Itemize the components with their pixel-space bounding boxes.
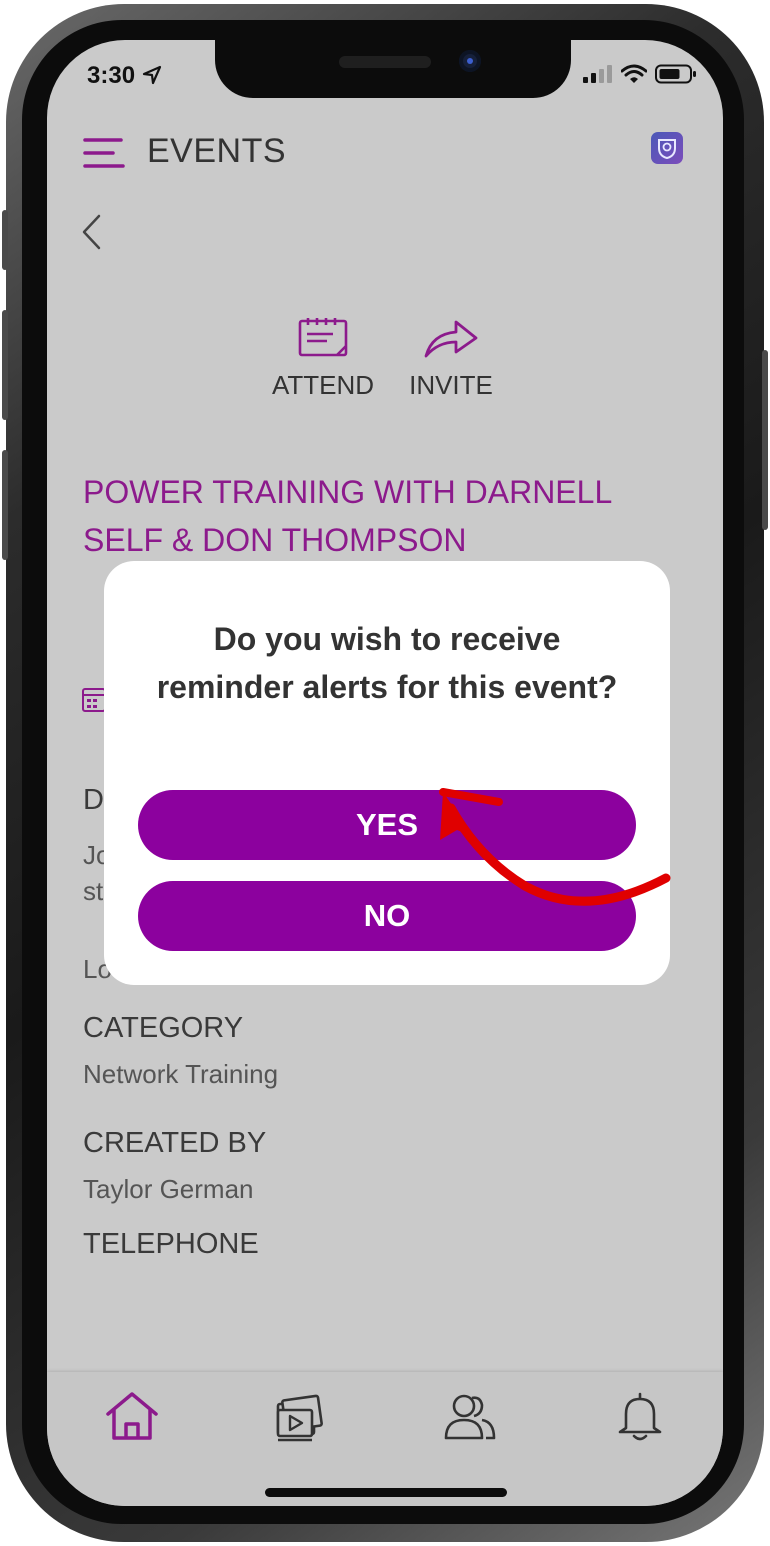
front-camera: [459, 50, 481, 72]
back-chevron-icon[interactable]: [79, 212, 105, 257]
share-arrow-icon: [424, 320, 478, 358]
dialog-question: Do you wish to receive reminder alerts f…: [156, 621, 618, 705]
location-arrow-icon: [142, 65, 161, 85]
cellular-signal-icon: [583, 65, 612, 83]
people-icon: [444, 1394, 496, 1440]
status-icons: [583, 64, 697, 84]
bell-icon: [618, 1392, 662, 1441]
description-text: st: [83, 876, 104, 906]
calendar-note-icon: [298, 318, 348, 357]
side-button-left: [2, 310, 8, 420]
category-value: Network Training: [83, 1059, 279, 1089]
reminder-dialog: Do you wish to receive reminder alerts f…: [104, 561, 670, 985]
battery-icon: [655, 64, 696, 84]
phone-screen: 3:30 EVENTS ATTEND INVITE POWER TRAINING…: [47, 40, 723, 1506]
no-button[interactable]: NO: [138, 881, 636, 951]
speaker-grille: [339, 56, 431, 68]
page-title: EVENTS: [147, 132, 287, 170]
nav-home[interactable]: [97, 1390, 167, 1450]
event-title: POWER TRAINING WITH DARNELL SELF & DON T…: [83, 474, 613, 558]
category-label: CATEGORY: [83, 1012, 244, 1044]
nav-people[interactable]: [435, 1390, 505, 1450]
yes-button[interactable]: YES: [138, 790, 636, 860]
nav-media[interactable]: [265, 1390, 335, 1450]
bottom-nav: [47, 1372, 723, 1506]
description-label: D: [83, 784, 104, 816]
nav-notifications[interactable]: [605, 1390, 675, 1450]
side-button-left: [2, 450, 8, 560]
side-button-right: [762, 350, 768, 530]
invite-button[interactable]: INVITE: [393, 316, 509, 401]
attend-button[interactable]: ATTEND: [263, 316, 383, 401]
app-logo-icon[interactable]: [651, 132, 683, 164]
menu-icon[interactable]: [83, 136, 125, 175]
telephone-label: TELEPHONE: [83, 1228, 259, 1260]
status-time: 3:30: [87, 62, 162, 90]
invite-label: INVITE: [409, 370, 493, 400]
attend-label: ATTEND: [271, 370, 375, 400]
home-indicator: [265, 1488, 507, 1497]
side-button-left: [2, 210, 8, 270]
created-by-label: CREATED BY: [83, 1127, 267, 1159]
wifi-icon: [621, 64, 647, 83]
notch: [215, 40, 571, 98]
home-icon: [106, 1392, 158, 1440]
media-icon: [276, 1394, 323, 1442]
created-by-value: Taylor German: [83, 1174, 254, 1204]
